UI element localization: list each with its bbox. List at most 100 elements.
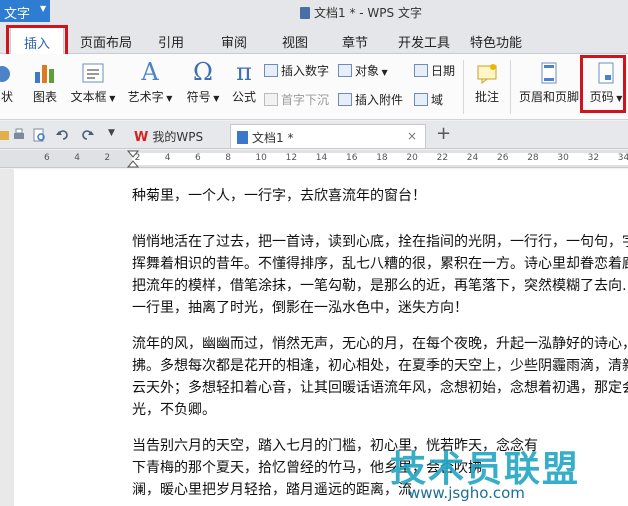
date-label: 日期 bbox=[431, 64, 456, 78]
new-tab-icon[interactable]: + bbox=[436, 123, 451, 144]
chevron-down-icon[interactable]: ▼ bbox=[108, 128, 122, 142]
title-bar: 文字 ▼ 文档1 * - WPS 文字 bbox=[0, 0, 628, 24]
header-footer-button[interactable]: 页眉和页脚 bbox=[516, 62, 582, 105]
ruler-number: 26 bbox=[497, 153, 509, 163]
tab-developer[interactable]: 开发工具 bbox=[398, 32, 450, 51]
dropcap-button[interactable]: 首字下沉 bbox=[264, 91, 329, 108]
attachment-label: 插入附件 bbox=[355, 93, 404, 107]
ruler-number: 6 bbox=[44, 153, 50, 163]
window-title: 文档1 * - WPS 文字 bbox=[300, 4, 422, 21]
folder-icon[interactable] bbox=[0, 128, 10, 142]
redo-icon[interactable] bbox=[80, 128, 94, 142]
comment-label: 批注 bbox=[474, 90, 499, 104]
wordart-label: 艺术字 bbox=[127, 90, 164, 104]
paragraph-line: 挥舞着相识的昔年。不懂得排序，乱七八糟的很，累积在一方。诗心里却眷恋着廊桥 bbox=[132, 256, 628, 272]
paragraph-line: 流年的风，幽幽而过，悄然无声，无心的月，在每个夜晚，升起一泓静好的诗心， bbox=[132, 336, 628, 352]
chevron-down-icon: ▼ bbox=[106, 94, 116, 103]
textbox-icon bbox=[82, 63, 104, 83]
attachment-icon bbox=[338, 93, 352, 106]
chart-label: 图表 bbox=[32, 90, 57, 104]
app-menu-button[interactable]: 文字 ▼ bbox=[0, 0, 50, 22]
field-label: 域 bbox=[431, 93, 444, 107]
comment-icon bbox=[477, 64, 497, 84]
calendar-icon bbox=[414, 64, 428, 77]
ruler-number: 30 bbox=[557, 153, 569, 163]
chevron-down-icon: ▼ bbox=[379, 68, 388, 77]
paragraph-line: 种菊里，一个人，一行字，去欣喜流年的窗台！ bbox=[132, 188, 426, 204]
textbox-button[interactable]: 文本框 ▼ bbox=[70, 62, 116, 105]
ruler-number: 34 bbox=[617, 153, 628, 163]
comment-button[interactable]: 批注 bbox=[470, 62, 504, 105]
ruler-number: 32 bbox=[587, 153, 600, 163]
quick-access-bar: ▼ W 我的WPS 文档1 * × + bbox=[0, 121, 628, 149]
tab-view[interactable]: 视图 bbox=[282, 32, 308, 51]
shape-button[interactable]: 状 bbox=[0, 62, 18, 105]
dropcap-label: 首字下沉 bbox=[281, 93, 330, 107]
wordart-icon: A bbox=[141, 58, 159, 86]
header-footer-icon bbox=[541, 62, 557, 84]
date-button[interactable]: 日期 bbox=[414, 62, 455, 79]
ruler-number: 4 bbox=[164, 153, 171, 163]
tab-page-layout[interactable]: 页面布局 bbox=[80, 32, 132, 51]
ruler-number: 28 bbox=[527, 153, 539, 163]
dropcap-icon bbox=[264, 93, 278, 106]
highlight-page-number bbox=[580, 55, 626, 113]
tab-sections[interactable]: 章节 bbox=[342, 32, 368, 51]
pi-icon: π bbox=[236, 58, 252, 86]
print-preview-icon[interactable] bbox=[32, 128, 46, 142]
tab-references[interactable]: 引用 bbox=[158, 32, 184, 51]
insert-attachment-button[interactable]: 插入附件 bbox=[338, 91, 403, 108]
ruler-number: 10 bbox=[255, 153, 267, 163]
omega-icon: Ω bbox=[193, 58, 213, 86]
chart-button[interactable]: 图表 bbox=[28, 62, 62, 105]
paragraph-line: 拂。多想每次都是花开的相逢，初心相处，在夏季的天空上，少些阴霾雨滴，清新 bbox=[132, 358, 628, 374]
tab-special-features[interactable]: 特色功能 bbox=[470, 32, 522, 51]
chevron-down-icon: ▼ bbox=[40, 4, 47, 13]
paragraph-line: 把流年的模样，借笔涂抹，一笔勾勒，是那么的近，再笔落下，突然模糊了去向… bbox=[132, 278, 628, 294]
window-title-text: 文档1 * - WPS 文字 bbox=[314, 6, 422, 20]
doc-tab-label: 文档1 * bbox=[252, 131, 294, 145]
ruler-number: 22 bbox=[436, 153, 449, 163]
shape-icon bbox=[0, 66, 10, 82]
symbol-button[interactable]: Ω 符号 ▼ bbox=[186, 60, 220, 105]
header-footer-label: 页眉和页脚 bbox=[518, 90, 579, 104]
paragraph-line: 悄悄地活在了过去，把一首诗，读到心底，拴在指间的光阴，一行行，一句句，字 bbox=[132, 234, 628, 250]
object-icon bbox=[338, 64, 352, 77]
wordart-button[interactable]: A 艺术字 ▼ bbox=[126, 60, 174, 105]
ruler-number: 8 bbox=[225, 153, 231, 163]
doc-tab-my-wps[interactable]: W 我的WPS bbox=[128, 124, 226, 148]
tab-review[interactable]: 审阅 bbox=[221, 32, 247, 51]
app-menu-label: 文字 bbox=[4, 7, 31, 22]
document-icon bbox=[300, 7, 310, 19]
wps-logo-icon: W bbox=[134, 130, 149, 145]
paragraph-line: 云天外；多想轻扣着心音，让其回暖话语流年风，念想初始，念想着初遇，那定会 bbox=[132, 380, 628, 396]
bar-chart-icon bbox=[35, 65, 54, 83]
textbox-label: 文本框 bbox=[70, 90, 107, 104]
field-button[interactable]: 域 bbox=[414, 91, 443, 108]
ruler-number: 20 bbox=[406, 153, 418, 163]
object-button[interactable]: 对象 ▼ bbox=[338, 62, 388, 79]
ribbon-separator bbox=[510, 60, 511, 114]
ribbon-toolbar: 状 图表 文本框 ▼ A 艺术字 ▼ Ω 符号 ▼ π 公式 插入数字 首字下沉… bbox=[0, 54, 628, 120]
close-icon[interactable]: × bbox=[407, 129, 417, 143]
formula-button[interactable]: π 公式 bbox=[228, 60, 260, 105]
ruler-number: 18 bbox=[376, 153, 388, 163]
chevron-down-icon: ▼ bbox=[210, 94, 220, 103]
doc-tab-label: 我的WPS bbox=[152, 130, 204, 144]
document-icon bbox=[237, 131, 248, 144]
ruler-number: 12 bbox=[285, 153, 298, 163]
ruler-number: 14 bbox=[315, 153, 328, 163]
doc-tab-document1[interactable]: 文档1 * × bbox=[230, 124, 426, 148]
highlight-insert-tab bbox=[6, 25, 68, 57]
paragraph-line: 光，不负卿。 bbox=[132, 402, 216, 418]
ribbon-separator bbox=[463, 60, 464, 114]
ruler-number: 6 bbox=[195, 153, 201, 163]
indent-marker-icon[interactable] bbox=[127, 150, 139, 168]
horizontal-ruler[interactable]: 6 4 2 2 4 6 8 10 12 14 16 18 20 22 24 26 28 30 32 34 bbox=[0, 150, 628, 168]
insert-number-button[interactable]: 插入数字 bbox=[264, 62, 329, 79]
ruler-number: 24 bbox=[466, 153, 479, 163]
undo-icon[interactable] bbox=[56, 128, 70, 142]
print-icon[interactable] bbox=[12, 128, 26, 142]
shape-label: 状 bbox=[0, 90, 13, 104]
object-label: 对象 bbox=[355, 64, 380, 78]
